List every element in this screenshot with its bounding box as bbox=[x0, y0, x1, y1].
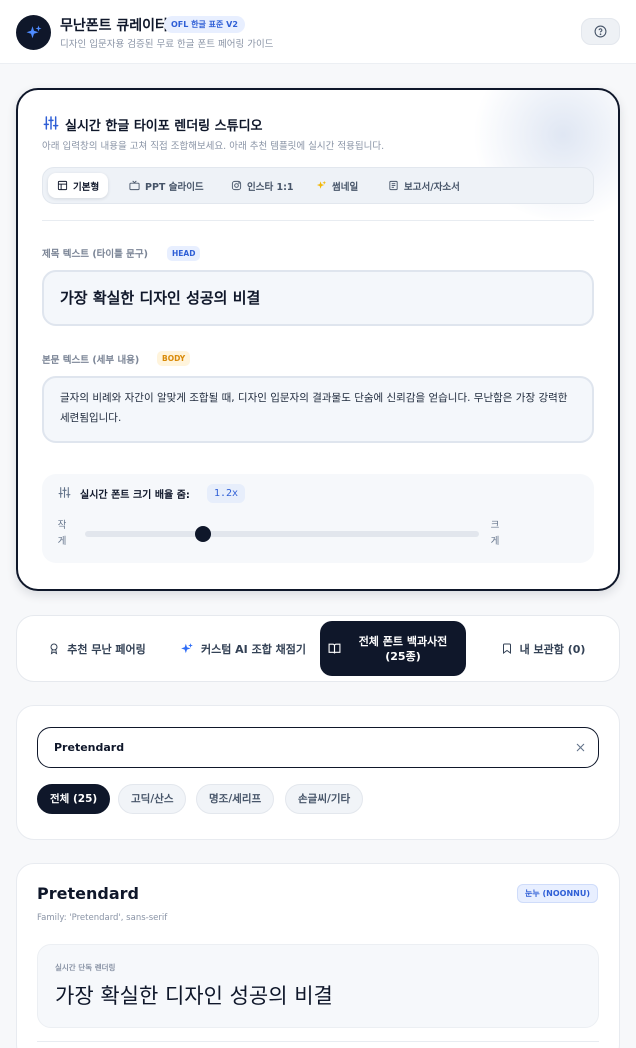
preview-text: 가장 확실한 디자인 성공의 비결 bbox=[55, 984, 333, 1008]
sliders-icon bbox=[58, 487, 71, 498]
clear-search-button[interactable] bbox=[573, 740, 587, 754]
tab-font-encyclopedia[interactable]: 전체 폰트 백과사전 (25종) bbox=[320, 621, 466, 676]
version-badge: OFL 한글 표준 V2 bbox=[164, 16, 245, 33]
studio-title: 실시간 한글 타이포 렌더링 스튜디오 bbox=[65, 119, 263, 134]
divider bbox=[37, 1041, 599, 1042]
scale-small-label: 작게 bbox=[57, 520, 67, 547]
body-field-label: 본문 텍스트 (세부 내용) bbox=[42, 355, 140, 366]
award-icon bbox=[50, 643, 58, 655]
tab-label: 보고서/자소서 bbox=[404, 181, 460, 193]
tab-my-collection[interactable]: 내 보관함 (0) bbox=[484, 621, 602, 676]
tab-ppt-slide[interactable]: PPT 슬라이드 bbox=[120, 173, 213, 198]
help-button[interactable] bbox=[581, 18, 620, 45]
source-badge: 눈누 (NOONNU) bbox=[517, 884, 599, 903]
tab-report[interactable]: 보고서/자소서 bbox=[379, 173, 469, 198]
font-family-css: Family: 'Pretendard', sans-serif bbox=[37, 913, 168, 923]
head-field-label: 제목 텍스트 (타이틀 문구) bbox=[42, 249, 149, 260]
tab-instagram[interactable]: 인스타 1:1 bbox=[222, 173, 303, 198]
filter-handwriting[interactable]: 손글씨/기타 bbox=[285, 784, 364, 814]
font-search-input[interactable] bbox=[37, 727, 599, 768]
scale-label: 실시간 폰트 크기 배율 줌: bbox=[80, 490, 190, 501]
preview-label: 실시간 단독 렌더링 bbox=[55, 963, 116, 972]
tab-label: 커스텀 AI 조합 채점기 bbox=[200, 642, 307, 656]
filter-serif[interactable]: 명조/세리프 bbox=[196, 784, 275, 814]
tab-recommended-pairing[interactable]: 추천 무난 페어링 bbox=[34, 621, 160, 676]
tab-ai-scorer[interactable]: 커스텀 AI 조합 채점기 bbox=[170, 621, 316, 676]
head-text-value: 가장 확실한 디자인 성공의 비결 bbox=[60, 289, 261, 307]
app-title: 무난폰트 큐레이터 bbox=[60, 18, 168, 34]
bookmark-icon bbox=[502, 643, 511, 654]
sparkle-icon bbox=[181, 642, 193, 653]
tab-thumbnail[interactable]: 썸네일 bbox=[307, 173, 367, 198]
studio-description: 아래 입력창의 내용을 고쳐 직접 조합해보세요. 아래 추천 템플릿에 실시간… bbox=[42, 141, 385, 152]
scale-slider-track[interactable] bbox=[85, 531, 479, 537]
help-icon bbox=[594, 25, 607, 38]
layout-icon bbox=[57, 180, 68, 191]
tab-label: 추천 무난 페어링 bbox=[67, 642, 146, 656]
tab-label: PPT 슬라이드 bbox=[145, 181, 204, 193]
sparkle-icon bbox=[26, 25, 41, 38]
app-subtitle: 디자인 입문자용 검증된 무료 한글 폰트 페어링 가이드 bbox=[60, 39, 274, 50]
document-icon bbox=[389, 180, 398, 191]
tab-label: 기본형 bbox=[73, 181, 100, 193]
tab-label: 내 보관함 (0) bbox=[519, 642, 586, 656]
sliders-icon bbox=[43, 116, 59, 130]
close-icon bbox=[576, 743, 584, 751]
tab-label: 인스타 1:1 bbox=[247, 181, 294, 193]
instagram-icon bbox=[231, 180, 242, 191]
logo bbox=[16, 15, 51, 50]
tv-icon bbox=[129, 180, 140, 191]
divider bbox=[42, 220, 594, 221]
filter-gothic-sans[interactable]: 고딕/산스 bbox=[118, 784, 187, 814]
tab-label: 썸네일 bbox=[332, 181, 359, 193]
tab-basic[interactable]: 기본형 bbox=[48, 173, 109, 198]
font-name: Pretendard bbox=[37, 884, 139, 903]
search-panel bbox=[16, 705, 620, 840]
scale-large-label: 크게 bbox=[490, 520, 500, 547]
body-text-value: 글자의 비례와 자간이 알맞게 조합될 때, 디자인 입문자의 결과물도 단숨에… bbox=[60, 392, 568, 424]
tab-label: 전체 폰트 백과사전 (25종) bbox=[358, 634, 448, 663]
book-icon bbox=[328, 643, 341, 654]
sparkle-icon bbox=[316, 180, 327, 189]
filter-all[interactable]: 전체 (25) bbox=[37, 784, 111, 814]
body-tag: BODY bbox=[157, 351, 191, 366]
scale-value: 1.2x bbox=[207, 484, 246, 503]
head-tag: HEAD bbox=[167, 246, 201, 261]
